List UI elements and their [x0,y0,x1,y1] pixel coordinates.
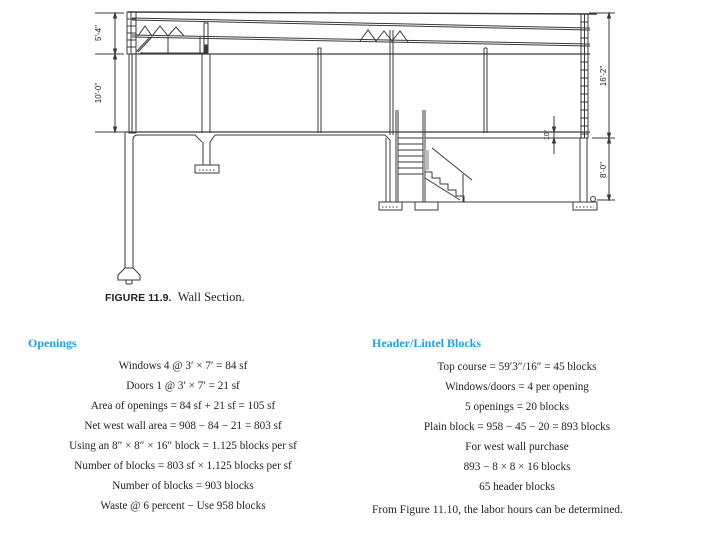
floor-thickness-dimension [551,116,557,154]
figure-label: FIGURE 11.9. [105,292,172,304]
roof-top-chord [127,11,598,31]
truss-web-left [135,25,205,54]
calc-line: Plain block = 958 − 45 − 20 = 893 blocks [423,421,611,433]
calc-line: Windows/doors = 4 per opening [445,381,589,393]
dim-label-5-4: 5'-4" [94,25,103,41]
figure-caption: FIGURE 11.9. Wall Section. [105,290,245,305]
interior-column-left [201,22,211,133]
calc-line: Number of blocks = 803 sf × 1.125 blocks… [74,460,292,472]
calc-line: Waste @ 6 percent − Use 958 blocks [100,500,266,512]
calc-line: For west wall purchase [465,441,569,453]
figure-title: Wall Section. [177,290,245,304]
calc-line: Number of blocks = 903 blocks [112,480,254,492]
roof-bottom-chord [131,34,591,47]
left-masonry-wall [126,11,137,134]
calc-line: Top course = 59′3″/16″ = 45 blocks [437,361,597,373]
calc-line: 5 openings = 20 blocks [465,401,569,413]
header-lintel-heading: Header/Lintel Blocks [372,336,481,350]
interior-footing [194,142,220,174]
calc-line: Net west wall area = 908 − 84 − 21 = 803… [84,420,282,432]
dim-label-8-0: 8'-0" [599,162,608,178]
wall-section-drawing: 5'-4" 10'-0" 16'-2" 8'-0" 10" [94,11,615,285]
calc-line: Using an 8″ × 8″ × 16″ block = 1.125 blo… [69,440,297,452]
calc-line: 893 − 8 × 8 × 16 blocks [463,461,571,473]
left-foundation-pier [117,133,141,285]
calc-line: Doors 1 @ 3′ × 7′ = 21 sf [126,380,240,392]
calc-line: Area of openings = 84 sf + 21 sf = 105 s… [90,400,276,412]
labor-hours-note: From Figure 11.10, the labor hours can b… [372,504,623,516]
upper-floor-slab [124,131,590,143]
truss-web-middle [359,29,409,135]
openings-heading: Openings [28,336,77,350]
stairs [395,110,585,203]
dim-label-10-0: 10'-0" [94,83,103,104]
dim-label-10in: 10" [544,129,551,140]
dim-label-16-2: 16'-2" [599,66,608,87]
calc-line: 65 header blocks [479,481,555,493]
calc-line: Windows 4 @ 3′ × 7′ = 84 sf [118,360,248,372]
